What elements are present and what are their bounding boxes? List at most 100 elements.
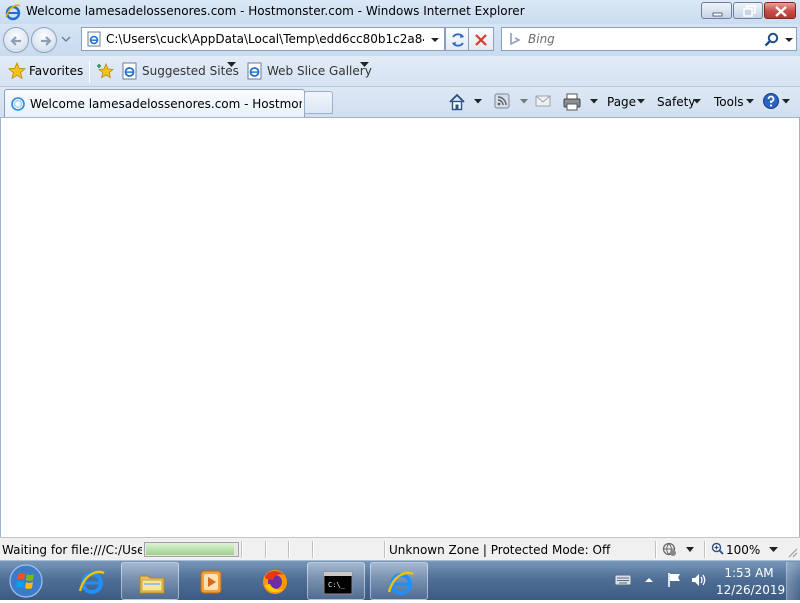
safety-menu[interactable]: Safety: [657, 92, 703, 112]
show-hidden-icons-icon[interactable]: [644, 575, 654, 585]
progress-fill: [146, 544, 235, 555]
web-slice-gallery-label: Web Slice Gallery: [267, 64, 372, 78]
add-to-favorites-bar-button[interactable]: [96, 62, 116, 82]
restore-button[interactable]: [733, 2, 763, 19]
globe-settings-icon: [662, 542, 694, 556]
taskbar-explorer-button[interactable]: [121, 562, 179, 600]
start-button[interactable]: [4, 562, 48, 600]
web-slice-gallery-link[interactable]: Web Slice Gallery: [246, 62, 372, 82]
address-input[interactable]: C:\Users\cuck\AppData\Local\Temp\edd6cc8…: [106, 32, 424, 46]
rss-feed-icon: [494, 93, 510, 109]
favorites-label: Favorites: [29, 64, 84, 78]
favorites-bar: Favorites Suggested Sites Web Slice Gall…: [0, 56, 800, 87]
stop-icon: [475, 34, 487, 46]
tools-menu[interactable]: Tools: [713, 92, 757, 112]
add-favorite-icon: [97, 62, 115, 79]
action-center-flag-icon[interactable]: [666, 572, 684, 588]
ie-icon: [78, 570, 105, 594]
clock-time[interactable]: 1:53 AM: [716, 566, 782, 580]
forward-button[interactable]: [31, 27, 57, 53]
media-player-icon: [200, 570, 222, 594]
resize-grip-icon[interactable]: [786, 546, 798, 558]
favorites-button[interactable]: Favorites: [8, 62, 84, 82]
zoom-icon: [711, 542, 724, 555]
print-button[interactable]: [562, 92, 598, 112]
tab-active[interactable]: Welcome lamesadelossenores.com - Hostmon…: [4, 89, 305, 117]
address-field[interactable]: C:\Users\cuck\AppData\Local\Temp\edd6cc8…: [81, 27, 445, 51]
page-icon: [87, 31, 101, 47]
stop-button[interactable]: [469, 27, 494, 51]
tab-label: Welcome lamesadelossenores.com - Hostmon…: [30, 97, 302, 111]
chevron-down-icon: [769, 547, 778, 552]
refresh-icon: [452, 33, 464, 47]
help-menu[interactable]: [762, 92, 792, 112]
title-bar: Welcome lamesadelossenores.com - Hostmon…: [0, 0, 800, 24]
search-icon[interactable]: [764, 32, 780, 48]
progress-bar: [144, 542, 239, 557]
ie-page-icon: [122, 62, 137, 80]
chevron-down-icon: [693, 99, 701, 104]
close-icon: [775, 6, 787, 17]
status-divider: [655, 541, 657, 558]
read-mail-button[interactable]: [535, 92, 553, 112]
suggested-sites-link[interactable]: Suggested Sites: [121, 62, 239, 82]
taskbar-media-player-button[interactable]: [181, 562, 239, 600]
back-button[interactable]: [3, 27, 29, 53]
search-input[interactable]: Bing: [528, 32, 555, 46]
compatibility-refresh-button[interactable]: [445, 27, 469, 51]
ie-icon: [387, 571, 414, 595]
chevron-down-icon: [637, 99, 645, 104]
home-button[interactable]: [447, 92, 483, 112]
cmd-icon: C:\_: [323, 571, 353, 595]
safety-menu-label: Safety: [657, 95, 696, 109]
minimize-icon: [712, 12, 723, 17]
close-button[interactable]: [764, 2, 796, 19]
status-divider: [704, 541, 706, 558]
status-divider: [288, 541, 290, 558]
security-zone-text: Unknown Zone | Protected Mode: Off: [389, 543, 611, 557]
show-desktop-button[interactable]: [786, 562, 800, 600]
zoom-control[interactable]: 100%: [711, 541, 781, 558]
address-dropdown-icon[interactable]: [429, 34, 441, 46]
tools-menu-label: Tools: [714, 95, 744, 109]
search-field[interactable]: Bing: [501, 27, 797, 51]
protected-mode-button[interactable]: [661, 541, 697, 558]
taskbar-cmd-button[interactable]: C:\_: [307, 562, 365, 600]
status-divider: [265, 541, 267, 558]
restore-icon: [743, 5, 756, 17]
keyboard-icon[interactable]: [614, 574, 632, 586]
forward-arrow-icon: [41, 36, 52, 46]
page-content[interactable]: [0, 118, 800, 537]
status-divider: [384, 541, 386, 558]
clock-date[interactable]: 12/26/2019: [716, 583, 785, 597]
new-tab-button[interactable]: [304, 91, 333, 114]
loading-icon: [11, 97, 25, 111]
folder-icon: [139, 575, 165, 594]
printer-icon: [563, 93, 581, 111]
taskbar-firefox-button[interactable]: [245, 562, 303, 600]
status-divider: [241, 541, 243, 558]
recent-pages-dropdown-icon[interactable]: [61, 34, 71, 44]
taskbar-ie-active-button[interactable]: [370, 562, 428, 600]
minimize-button[interactable]: [701, 2, 732, 19]
star-icon: [8, 62, 26, 80]
zoom-level: 100%: [726, 543, 761, 557]
ie-page-icon: [247, 62, 262, 80]
page-menu[interactable]: Page: [607, 92, 655, 112]
page-menu-label: Page: [607, 95, 637, 109]
volume-icon[interactable]: [690, 572, 708, 588]
tab-row: Welcome lamesadelossenores.com - Hostmon…: [0, 87, 800, 118]
chevron-down-icon: [520, 99, 528, 104]
search-options-dropdown-icon[interactable]: [783, 34, 795, 46]
chevron-down-icon: [590, 99, 598, 104]
firefox-icon: [263, 570, 287, 594]
window-title: Welcome lamesadelossenores.com - Hostmon…: [26, 4, 525, 18]
chevron-down-icon: [227, 62, 236, 67]
chevron-down-icon: [360, 62, 369, 67]
feeds-button[interactable]: [493, 92, 529, 112]
taskbar-ie-button[interactable]: [62, 562, 120, 600]
status-divider: [312, 541, 314, 558]
status-bar: Waiting for file:///C:/Users Unknown Zon…: [0, 537, 800, 560]
suggested-sites-label: Suggested Sites: [142, 64, 239, 78]
mail-icon: [535, 95, 551, 107]
